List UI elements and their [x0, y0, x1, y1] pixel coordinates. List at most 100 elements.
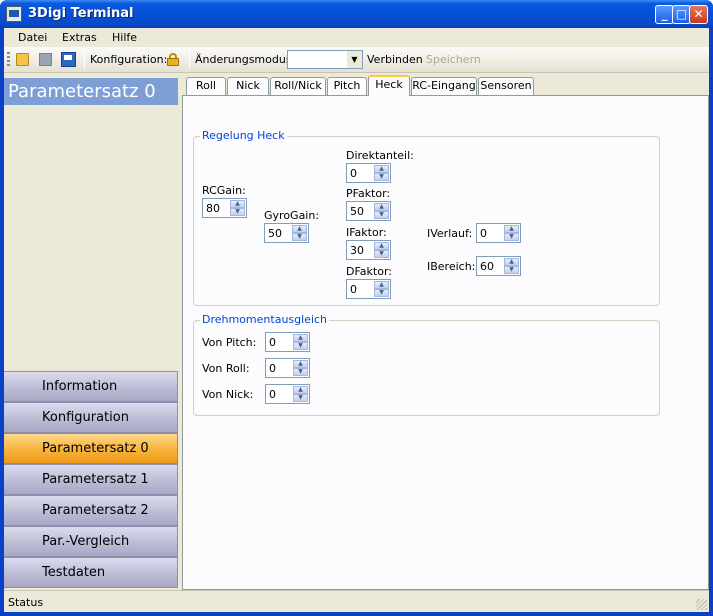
von-pitch-label: Von Pitch:: [202, 336, 257, 349]
drehmomentausgleich-title: Drehmomentausgleich: [200, 313, 330, 326]
pfaktor-value[interactable]: 50: [350, 205, 364, 218]
toolbar-grip-icon[interactable]: [7, 52, 10, 68]
spin-down-icon[interactable]: ▼: [374, 289, 389, 297]
direktanteil-stepper[interactable]: 0 ▲ ▼: [346, 163, 391, 183]
dfaktor-label: DFaktor:: [346, 265, 392, 278]
regelung-heck-group: Regelung Heck RCGain: 80 ▲ ▼ GyroGain: 50…: [193, 129, 660, 306]
spin-down-icon[interactable]: ▼: [293, 368, 308, 376]
iverlauf-value[interactable]: 0: [480, 227, 487, 240]
spin-up-icon[interactable]: ▲: [504, 225, 519, 233]
tab-nick[interactable]: Nick: [227, 77, 269, 95]
tab-pitch[interactable]: Pitch: [327, 77, 367, 95]
tab-roll[interactable]: Roll: [186, 77, 226, 95]
ifaktor-label: IFaktor:: [346, 226, 387, 239]
tab-rc-eingang[interactable]: RC-Eingang: [411, 77, 477, 95]
tab-heck[interactable]: Heck: [368, 75, 410, 96]
direktanteil-label: Direktanteil:: [346, 149, 414, 162]
spin-up-icon[interactable]: ▲: [374, 242, 389, 250]
sidebar: Parametersatz 0 Information Konfiguratio…: [4, 78, 178, 590]
von-roll-value[interactable]: 0: [269, 362, 276, 375]
drehmomentausgleich-group: Drehmomentausgleich Von Pitch: 0 ▲ ▼ Von …: [193, 313, 660, 416]
ibereich-stepper[interactable]: 60 ▲ ▼: [476, 256, 521, 276]
nav-parametersatz-2[interactable]: Parametersatz 2: [4, 495, 178, 526]
von-nick-stepper[interactable]: 0 ▲ ▼: [265, 384, 310, 404]
pfaktor-stepper[interactable]: 50 ▲ ▼: [346, 201, 391, 221]
mode-select[interactable]: ▼: [287, 50, 363, 69]
app-window: 3Digi Terminal _ □ ✕ Datei Extras Hilfe …: [0, 0, 713, 616]
save-all-icon[interactable]: [61, 52, 76, 67]
spin-down-icon[interactable]: ▼: [230, 208, 245, 216]
spin-up-icon[interactable]: ▲: [292, 225, 307, 233]
nav-konfiguration[interactable]: Konfiguration: [4, 402, 178, 433]
title-bar[interactable]: 3Digi Terminal _ □ ✕: [0, 0, 713, 28]
spin-down-icon[interactable]: ▼: [374, 250, 389, 258]
spin-up-icon[interactable]: ▲: [293, 386, 308, 394]
iverlauf-stepper[interactable]: 0 ▲ ▼: [476, 223, 521, 243]
app-icon: [6, 6, 22, 22]
von-pitch-value[interactable]: 0: [269, 336, 276, 349]
nav-testdaten[interactable]: Testdaten: [4, 557, 178, 588]
nav-information[interactable]: Information: [4, 371, 178, 402]
menu-extras[interactable]: Extras: [62, 31, 97, 44]
minimize-icon: _: [661, 7, 668, 21]
rcgain-label: RCGain:: [202, 184, 246, 197]
menu-hilfe[interactable]: Hilfe: [112, 31, 137, 44]
toolbar-separator: [189, 51, 190, 69]
connect-button[interactable]: Verbinden: [367, 53, 423, 66]
save-icon[interactable]: [39, 53, 52, 66]
direktanteil-value[interactable]: 0: [350, 167, 357, 180]
iverlauf-label: IVerlauf:: [427, 227, 473, 240]
rcgain-stepper[interactable]: 80 ▲ ▼: [202, 198, 247, 218]
tab-roll-nick[interactable]: Roll/Nick: [270, 77, 326, 95]
spin-down-icon[interactable]: ▼: [292, 233, 307, 241]
spin-down-icon[interactable]: ▼: [374, 173, 389, 181]
resize-grip-icon[interactable]: [696, 599, 707, 610]
rcgain-value[interactable]: 80: [206, 202, 220, 215]
save-button[interactable]: Speichern: [426, 53, 481, 66]
ibereich-label: IBereich:: [427, 260, 476, 273]
spin-down-icon[interactable]: ▼: [293, 342, 308, 350]
sidebar-header: Parametersatz 0: [4, 78, 178, 105]
regelung-heck-title: Regelung Heck: [200, 129, 287, 142]
spin-up-icon[interactable]: ▲: [504, 258, 519, 266]
dfaktor-value[interactable]: 0: [350, 283, 357, 296]
mode-label: Änderungsmodus:: [195, 53, 296, 66]
ifaktor-value[interactable]: 30: [350, 244, 364, 257]
von-nick-value[interactable]: 0: [269, 388, 276, 401]
tab-sensoren[interactable]: Sensoren: [478, 77, 534, 95]
ifaktor-stepper[interactable]: 30 ▲ ▼: [346, 240, 391, 260]
spin-up-icon[interactable]: ▲: [293, 334, 308, 342]
spin-down-icon[interactable]: ▼: [504, 266, 519, 274]
spin-up-icon[interactable]: ▲: [374, 165, 389, 173]
gyrogain-value[interactable]: 50: [268, 227, 282, 240]
spin-down-icon[interactable]: ▼: [293, 394, 308, 402]
toolbar: Konfiguration: Änderungsmodus: ▼ Verbind…: [4, 47, 709, 73]
nav-parametersatz-0[interactable]: Parametersatz 0: [4, 433, 178, 464]
lock-icon[interactable]: [167, 53, 179, 66]
spin-down-icon[interactable]: ▼: [374, 211, 389, 219]
client-area: Datei Extras Hilfe Konfiguration: Änderu…: [4, 28, 709, 612]
dfaktor-stepper[interactable]: 0 ▲ ▼: [346, 279, 391, 299]
spin-up-icon[interactable]: ▲: [374, 281, 389, 289]
spin-up-icon[interactable]: ▲: [230, 200, 245, 208]
spin-up-icon[interactable]: ▲: [293, 360, 308, 368]
menu-bar: Datei Extras Hilfe: [4, 28, 709, 47]
open-folder-icon[interactable]: [16, 53, 29, 66]
tab-page-heck: Regelung Heck RCGain: 80 ▲ ▼ GyroGain: 50…: [182, 95, 709, 590]
von-pitch-stepper[interactable]: 0 ▲ ▼: [265, 332, 310, 352]
gyrogain-stepper[interactable]: 50 ▲ ▼: [264, 223, 309, 243]
von-roll-stepper[interactable]: 0 ▲ ▼: [265, 358, 310, 378]
ibereich-value[interactable]: 60: [480, 260, 494, 273]
nav-parametersatz-1[interactable]: Parametersatz 1: [4, 464, 178, 495]
tab-control: Roll Nick Roll/Nick Pitch Heck RC-Eingan…: [182, 75, 709, 590]
spin-up-icon[interactable]: ▲: [374, 203, 389, 211]
configuration-label: Konfiguration:: [90, 53, 168, 66]
status-text: Status: [8, 596, 44, 609]
window-title: 3Digi Terminal: [28, 6, 134, 21]
nav-par-vergleich[interactable]: Par.-Vergleich: [4, 526, 178, 557]
spin-down-icon[interactable]: ▼: [504, 233, 519, 241]
close-button[interactable]: ✕: [689, 5, 708, 24]
chevron-down-icon[interactable]: ▼: [347, 51, 362, 68]
maximize-icon: □: [675, 7, 688, 21]
menu-datei[interactable]: Datei: [18, 31, 47, 44]
